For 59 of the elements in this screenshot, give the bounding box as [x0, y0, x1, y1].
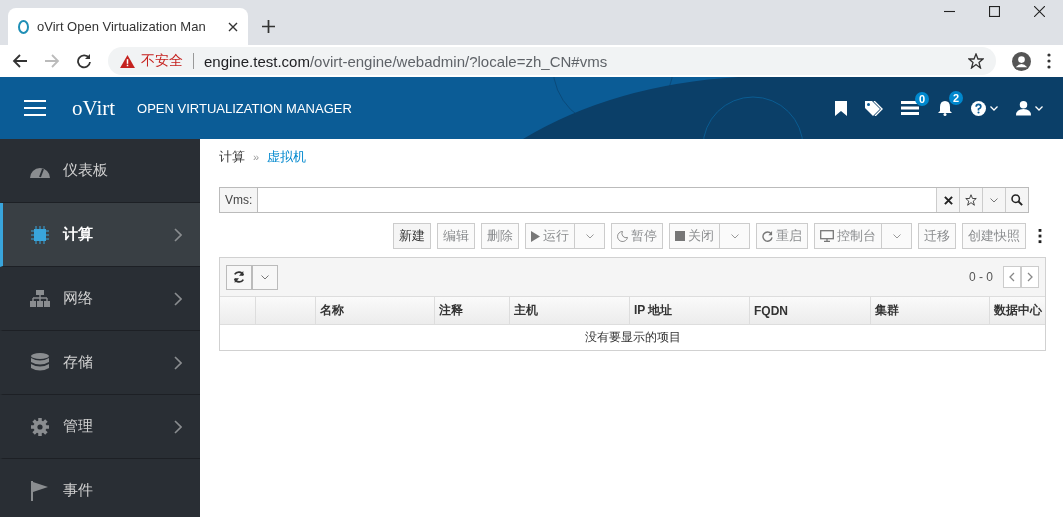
app-title: OPEN VIRTUALIZATION MANAGER	[137, 100, 352, 116]
help-icon[interactable]	[971, 100, 986, 116]
breadcrumb-link[interactable]: 虚拟机	[267, 148, 307, 166]
chevron-right-icon	[1027, 272, 1033, 282]
new-tab-icon[interactable]	[262, 20, 275, 33]
page-range: 0 - 0	[969, 270, 993, 284]
caret-icon[interactable]	[990, 105, 998, 111]
caret-icon	[730, 233, 739, 239]
menu-icon[interactable]	[24, 100, 46, 116]
chevron-left-icon	[1009, 272, 1015, 282]
caret-icon[interactable]	[1035, 105, 1043, 111]
column-header[interactable]: 数据中心	[994, 302, 1042, 319]
more-options-icon[interactable]	[1038, 228, 1042, 244]
chip-icon	[29, 225, 51, 244]
column-header[interactable]: IP 地址	[634, 302, 673, 319]
address-bar[interactable]: 不安全 engine.test.com/ovirt-engine/webadmin/?locale=zh_CN#vms	[108, 47, 996, 75]
sidebar-item[interactable]: 计算	[0, 203, 200, 267]
tag-icon[interactable]	[865, 100, 883, 116]
refresh-icon	[233, 271, 245, 283]
monitor-icon	[820, 230, 834, 242]
tasks-icon[interactable]	[901, 101, 919, 115]
network-icon	[29, 290, 51, 307]
toolbar-button[interactable]: 新建	[393, 223, 431, 249]
column-header[interactable]: FQDN	[754, 303, 788, 318]
caret-icon	[261, 274, 269, 280]
column-header[interactable]: 名称	[320, 302, 344, 319]
column-header[interactable]: 主机	[514, 302, 538, 319]
settings-icon	[29, 417, 51, 436]
back-arrow-icon[interactable]	[12, 53, 28, 69]
play-icon	[531, 230, 540, 242]
close-icon[interactable]	[1034, 6, 1045, 17]
reload-icon[interactable]	[76, 53, 92, 69]
caret-icon	[585, 233, 594, 239]
bell-icon[interactable]	[937, 100, 953, 116]
maximize-icon[interactable]	[989, 6, 1000, 17]
ovirt-logo-icon	[18, 19, 29, 34]
empty-message: 没有要显示的项目	[584, 329, 681, 346]
refresh-button[interactable]	[226, 264, 252, 290]
database-icon	[29, 352, 51, 373]
close-icon[interactable]	[228, 21, 238, 32]
star-icon[interactable]	[968, 53, 984, 69]
stop-icon	[675, 231, 685, 241]
user-icon[interactable]	[1016, 100, 1031, 116]
url-text: engine.test.com/ovirt-engine/webadmin/?locale=zh_CN#vms	[204, 52, 608, 70]
breadcrumb-item: 计算	[219, 148, 245, 166]
refresh-icon	[762, 230, 773, 242]
tab-title: oVirt Open Virtualization Man	[37, 19, 207, 34]
ovirt-logo: oVirt	[72, 95, 116, 121]
bookmark-icon[interactable]	[835, 100, 847, 116]
menu-icon[interactable]	[1047, 53, 1051, 69]
column-header[interactable]: 注释	[439, 302, 463, 319]
warning-icon	[120, 54, 135, 68]
caret-icon	[892, 233, 901, 239]
browser-tab[interactable]: oVirt Open Virtualization Man	[8, 8, 248, 45]
security-label: 不安全	[141, 52, 183, 70]
moon-icon	[617, 230, 628, 242]
breadcrumb-separator: »	[253, 151, 260, 163]
profile-icon[interactable]	[1012, 51, 1031, 71]
column-header[interactable]: 集群	[875, 302, 899, 319]
